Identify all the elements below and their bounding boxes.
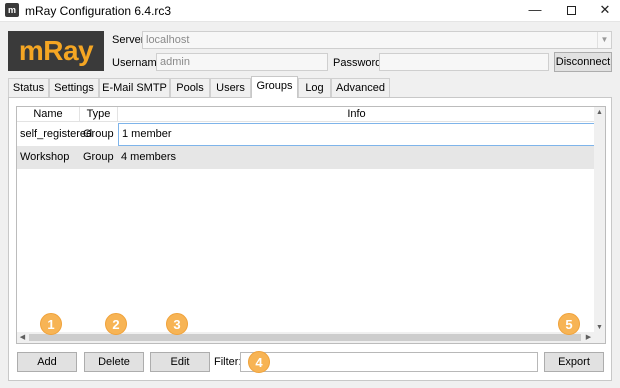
delete-button[interactable]: Delete <box>84 352 144 372</box>
maximize-icon <box>566 6 576 16</box>
scroll-right-icon[interactable]: ▶ <box>583 332 594 343</box>
scrollbar-thumb[interactable] <box>29 334 581 341</box>
tab-email-smtp[interactable]: E-Mail SMTP <box>99 78 170 97</box>
filter-input[interactable] <box>240 352 538 372</box>
callout-2: 2 <box>105 313 127 335</box>
tab-advanced[interactable]: Advanced <box>331 78 390 97</box>
tab-log[interactable]: Log <box>298 78 331 97</box>
tab-groups[interactable]: Groups <box>251 76 298 98</box>
tab-settings[interactable]: Settings <box>49 78 99 97</box>
vertical-scrollbar[interactable]: ▲ ▼ <box>594 107 605 333</box>
scroll-up-icon[interactable]: ▲ <box>594 107 605 118</box>
table-row[interactable]: self_registered Group 1 member <box>17 123 595 146</box>
column-header-type[interactable]: Type <box>80 107 118 122</box>
scrollbar-corner <box>594 332 605 343</box>
app-icon <box>5 3 19 17</box>
column-header-name[interactable]: Name <box>17 107 80 122</box>
server-combobox[interactable]: localhost ▼ <box>142 31 612 49</box>
password-label: Password: <box>333 57 385 69</box>
group-type-cell: Group <box>83 151 114 163</box>
tab-pools[interactable]: Pools <box>170 78 210 97</box>
groups-table[interactable]: Name Type Info self_registered Group 1 m… <box>16 106 606 344</box>
disconnect-button[interactable]: Disconnect <box>554 52 612 72</box>
minimize-button[interactable]: — <box>520 0 550 20</box>
group-type-cell: Group <box>83 128 114 140</box>
add-button[interactable]: Add <box>17 352 77 372</box>
username-value: admin <box>160 56 190 68</box>
export-button[interactable]: Export <box>544 352 604 372</box>
tab-status[interactable]: Status <box>8 78 49 97</box>
tab-users[interactable]: Users <box>210 78 251 97</box>
window-title: mRay Configuration 6.4.rc3 <box>25 4 172 18</box>
callout-3: 3 <box>166 313 188 335</box>
horizontal-scrollbar[interactable]: ◀ ▶ <box>17 332 595 343</box>
mray-logo: mRay <box>8 31 104 71</box>
column-header-info[interactable]: Info <box>118 107 595 122</box>
password-field[interactable] <box>379 53 549 71</box>
callout-5: 5 <box>558 313 580 335</box>
group-info-cell: 1 member <box>118 123 595 146</box>
scroll-left-icon[interactable]: ◀ <box>17 332 28 343</box>
group-name-cell: Workshop <box>20 151 70 163</box>
chevron-down-icon[interactable]: ▼ <box>597 32 611 48</box>
filter-label: Filter: <box>214 356 242 368</box>
server-value: localhost <box>146 34 190 46</box>
group-info-cell: 4 members <box>121 151 177 163</box>
callout-1: 1 <box>40 313 62 335</box>
table-row[interactable]: Workshop Group 4 members <box>17 146 595 169</box>
close-button[interactable]: ✕ <box>590 0 620 20</box>
table-header: Name Type Info <box>17 107 595 122</box>
username-field[interactable]: admin <box>156 53 328 71</box>
edit-button[interactable]: Edit <box>150 352 210 372</box>
title-bar: mRay Configuration 6.4.rc3 — ✕ <box>0 0 620 22</box>
group-name-cell: self_registered <box>20 128 93 140</box>
callout-4: 4 <box>248 351 270 373</box>
maximize-button[interactable] <box>556 0 586 20</box>
